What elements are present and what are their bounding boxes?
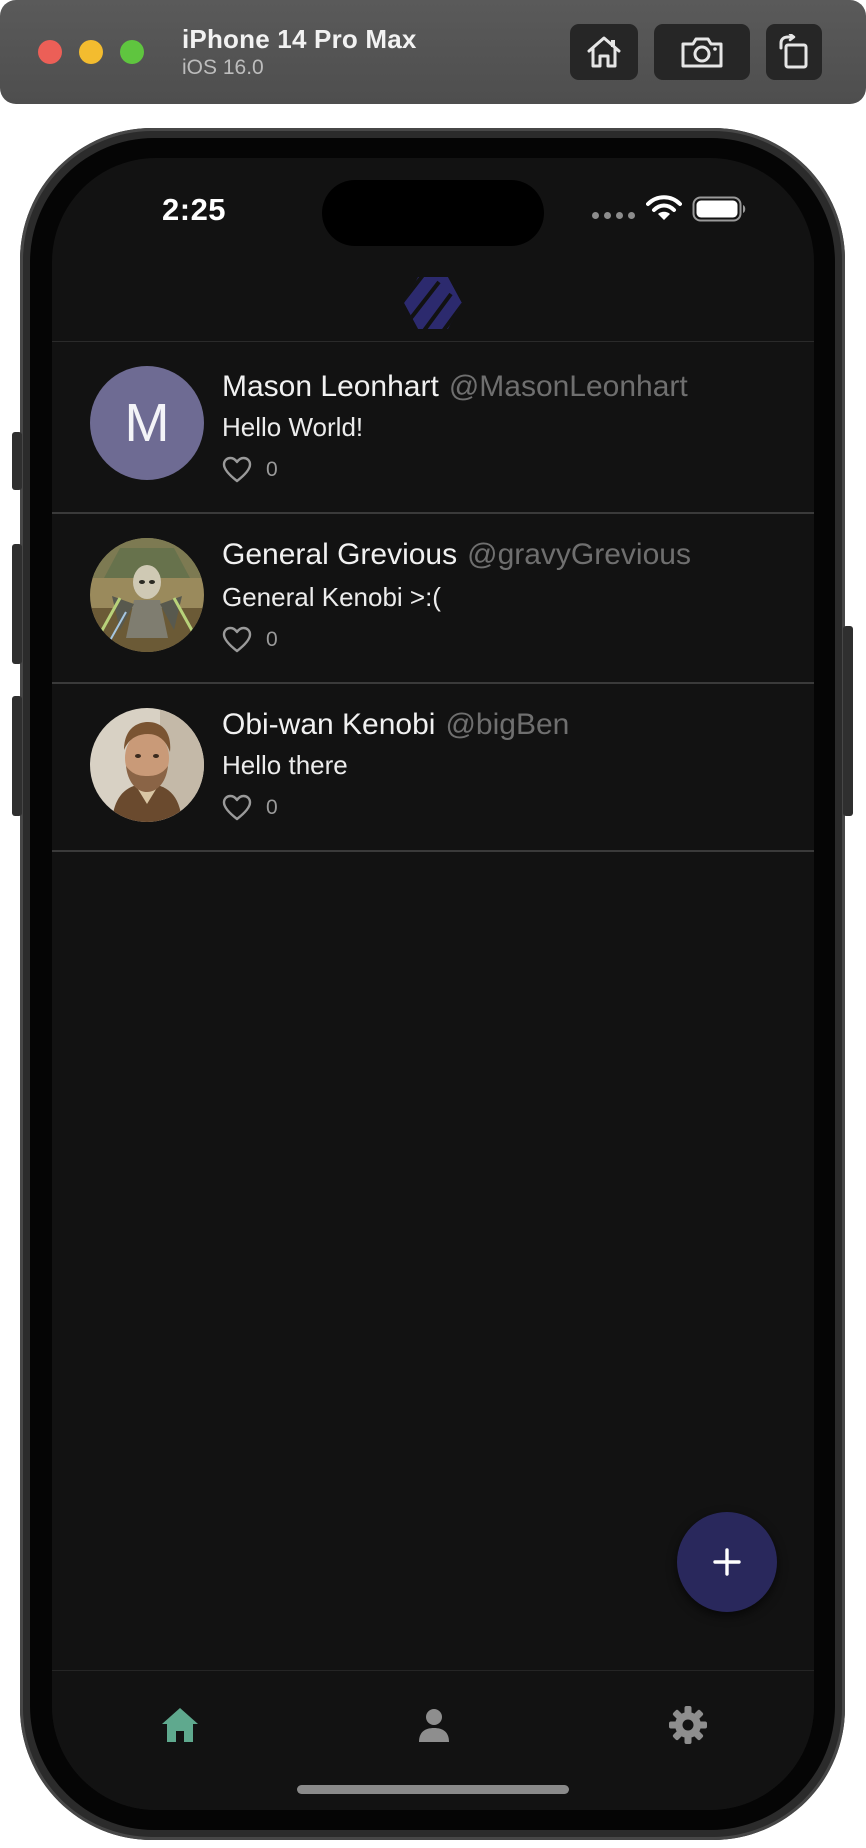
user-handle: @MasonLeonhart	[448, 370, 688, 403]
plus-icon	[713, 1548, 741, 1576]
close-window-button[interactable]	[38, 40, 62, 64]
rotate-icon	[779, 34, 808, 69]
cellular-signal-icon	[592, 212, 635, 219]
avatar-photo	[90, 538, 204, 652]
zoom-window-button[interactable]	[120, 40, 144, 64]
post-item[interactable]: Obi-wan Kenobi @bigBen Hello there 0	[52, 684, 814, 852]
avatar[interactable]	[90, 538, 204, 652]
post-author[interactable]: General Grevious @gravyGrevious	[222, 538, 691, 572]
camera-icon	[681, 37, 723, 68]
gear-icon	[669, 1706, 707, 1744]
like-button[interactable]: 0	[222, 794, 278, 822]
display-name: General Grevious	[222, 538, 458, 571]
hexagon-logo-icon[interactable]	[403, 276, 463, 330]
like-count: 0	[266, 458, 278, 481]
post-text: Hello there	[222, 750, 348, 780]
volume-up-button	[12, 544, 22, 664]
tab-settings[interactable]	[658, 1695, 718, 1755]
user-handle: @gravyGrevious	[467, 538, 691, 571]
post-item[interactable]: General Grevious @gravyGrevious General K…	[52, 514, 814, 684]
home-icon	[162, 1708, 198, 1742]
new-post-button[interactable]	[677, 1512, 777, 1612]
app-header	[52, 230, 814, 342]
screenshot-button[interactable]	[654, 24, 750, 80]
os-version: iOS 16.0	[182, 56, 264, 79]
heart-outline-icon	[222, 794, 252, 821]
home-indicator[interactable]	[297, 1785, 569, 1794]
display-name: Obi-wan Kenobi	[222, 708, 436, 741]
avatar-photo	[90, 708, 204, 822]
silent-switch	[12, 432, 22, 490]
person-icon	[419, 1709, 449, 1742]
post-feed: M Mason Leonhart @MasonLeonhart Hello Wor…	[52, 342, 814, 852]
heart-outline-icon	[222, 626, 252, 653]
display-name: Mason Leonhart	[222, 370, 439, 403]
user-handle: @bigBen	[445, 708, 570, 741]
rotate-button[interactable]	[766, 24, 822, 80]
power-button	[843, 626, 853, 816]
like-button[interactable]: 0	[222, 626, 278, 654]
post-item[interactable]: M Mason Leonhart @MasonLeonhart Hello Wor…	[52, 342, 814, 514]
post-text: General Kenobi >:(	[222, 582, 441, 612]
app-screen: 2:25 M Mason Leonhart @MasonLeonhart Hel…	[52, 158, 814, 1810]
tab-home[interactable]	[150, 1695, 210, 1755]
minimize-window-button[interactable]	[79, 40, 103, 64]
simulator-title-bar: iPhone 14 Pro Max iOS 16.0	[0, 0, 866, 104]
avatar[interactable]: M	[90, 366, 204, 480]
tab-profile[interactable]	[404, 1695, 464, 1755]
like-count: 0	[266, 796, 278, 819]
wifi-icon	[646, 195, 682, 220]
post-author[interactable]: Mason Leonhart @MasonLeonhart	[222, 370, 688, 404]
heart-outline-icon	[222, 456, 252, 483]
like-count: 0	[266, 628, 278, 651]
like-button[interactable]: 0	[222, 456, 278, 484]
post-text: Hello World!	[222, 412, 364, 442]
battery-icon	[692, 196, 746, 222]
home-outline-icon	[587, 36, 621, 68]
volume-down-button	[12, 696, 22, 816]
home-button[interactable]	[570, 24, 638, 80]
post-author[interactable]: Obi-wan Kenobi @bigBen	[222, 708, 569, 742]
status-time: 2:25	[162, 192, 227, 227]
avatar[interactable]	[90, 708, 204, 822]
device-name: iPhone 14 Pro Max	[182, 24, 417, 54]
